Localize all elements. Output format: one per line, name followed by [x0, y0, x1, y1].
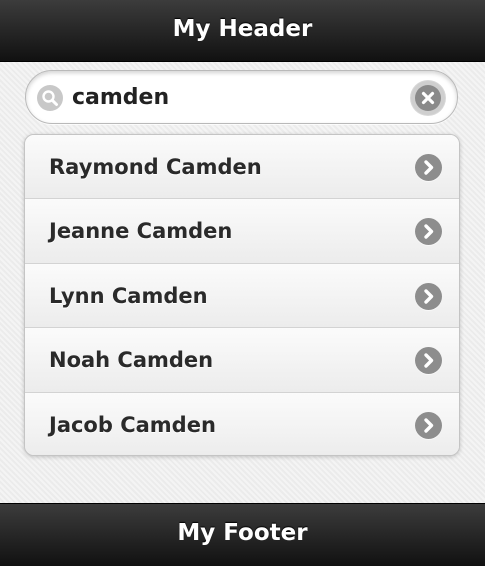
- chevron-right-icon: [415, 347, 442, 375]
- list-item[interactable]: Raymond Camden: [25, 135, 459, 200]
- list-item[interactable]: Jacob Camden: [25, 392, 459, 455]
- chevron-right-icon: [415, 218, 442, 246]
- main-content: Raymond Camden Jeanne Camden Lynn Camden…: [0, 62, 485, 503]
- header-title: My Header: [172, 16, 313, 42]
- list-item-label: Lynn Camden: [49, 283, 208, 308]
- list-item-label: Raymond Camden: [49, 155, 262, 179]
- list-item[interactable]: Lynn Camden: [25, 263, 459, 329]
- search-input[interactable]: [72, 79, 402, 115]
- close-icon: [415, 85, 441, 111]
- clear-search-button[interactable]: [411, 81, 445, 115]
- chevron-right-icon: [415, 154, 442, 181]
- footer-title: My Footer: [177, 520, 308, 546]
- list-item[interactable]: Jeanne Camden: [25, 199, 459, 264]
- chevron-right-icon: [415, 282, 442, 310]
- list-item-label: Jeanne Camden: [49, 219, 233, 244]
- page-header: My Header: [0, 0, 485, 62]
- results-list: Raymond Camden Jeanne Camden Lynn Camden…: [24, 134, 460, 456]
- list-item-label: Jacob Camden: [49, 412, 216, 437]
- page-footer: My Footer: [0, 503, 485, 566]
- list-item[interactable]: Noah Camden: [25, 328, 459, 393]
- search-box[interactable]: [25, 70, 458, 124]
- chevron-right-icon: [415, 411, 442, 439]
- list-item-label: Noah Camden: [49, 348, 214, 373]
- search-icon: [37, 85, 63, 111]
